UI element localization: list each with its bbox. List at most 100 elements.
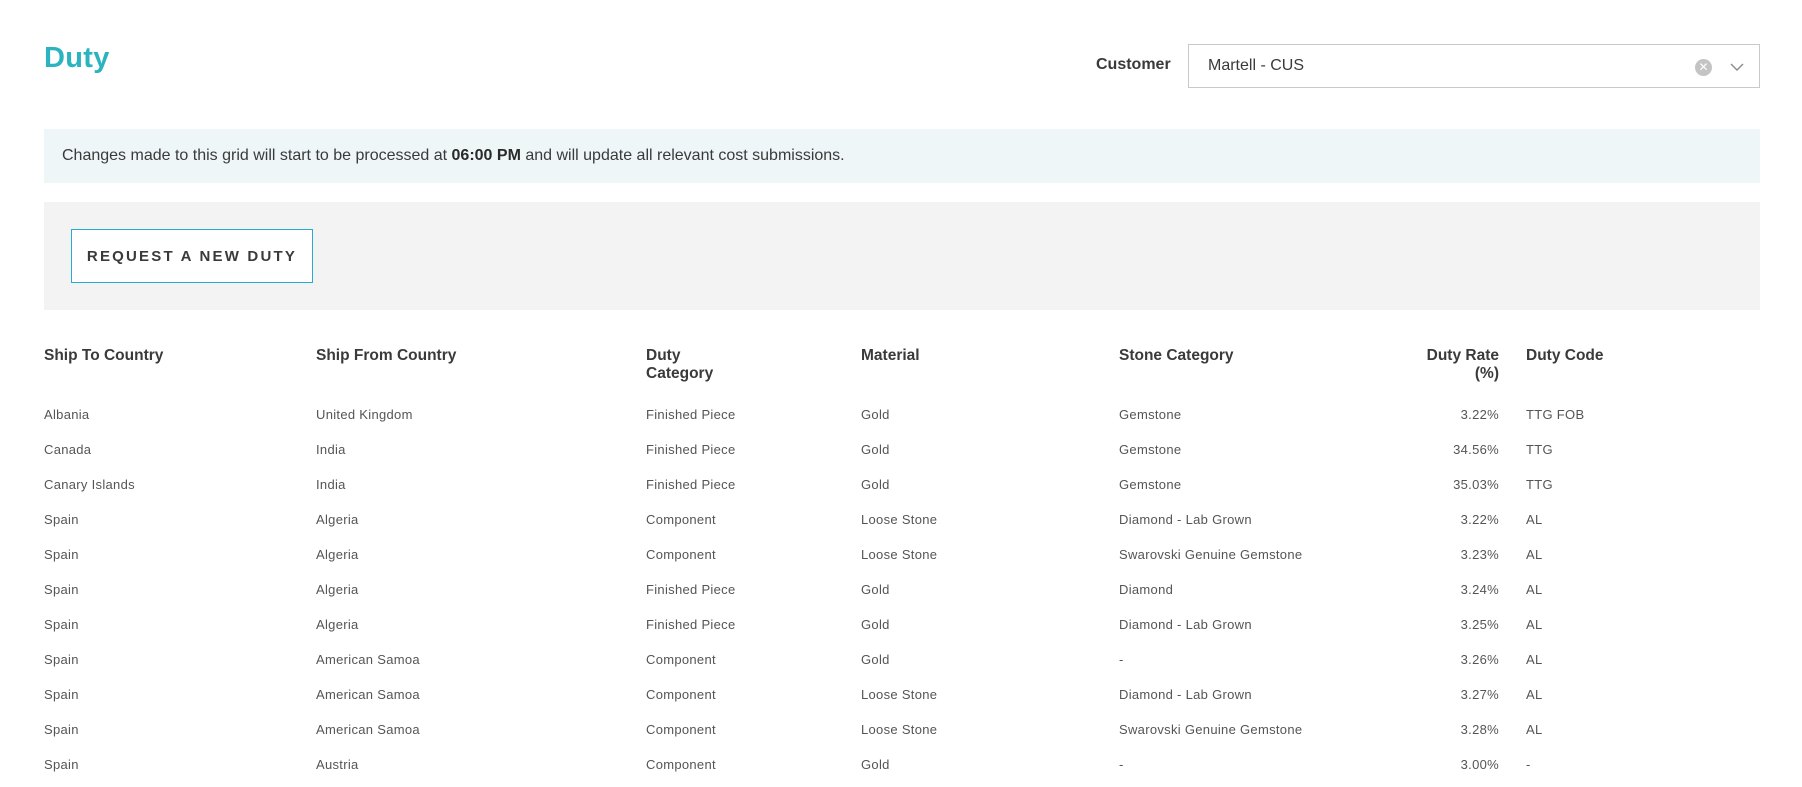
cell-duty-code: AL — [1526, 687, 1543, 702]
customer-label: Customer — [1096, 56, 1171, 73]
cell-material: Gold — [861, 617, 890, 632]
table-header-row: Ship To Country Ship From Country Duty Ca… — [44, 347, 1760, 397]
cell-duty-category: Finished Piece — [646, 582, 736, 597]
cell-duty-category: Component — [646, 757, 716, 772]
header-duty-rate-line2: (%) — [1474, 365, 1499, 382]
cell-duty-rate: 3.27% — [1460, 687, 1499, 702]
table-row[interactable]: Spain American Samoa Component Loose Sto… — [44, 712, 1760, 747]
header-ship-to-country[interactable]: Ship To Country — [44, 347, 316, 397]
cell-ship-from: American Samoa — [316, 652, 420, 667]
cell-stone-category: Swarovski Genuine Gemstone — [1119, 722, 1303, 737]
cell-stone-category: - — [1119, 652, 1124, 667]
cell-duty-category: Finished Piece — [646, 407, 736, 422]
cell-ship-to: Canary Islands — [44, 477, 135, 492]
notice-suffix: and will update all relevant cost submis… — [520, 147, 845, 164]
cell-duty-rate: 3.22% — [1460, 407, 1499, 422]
processing-notice: Changes made to this grid will start to … — [44, 129, 1760, 183]
table-row[interactable]: Spain Algeria Finished Piece Gold Diamon… — [44, 607, 1760, 642]
table-row[interactable]: Canary Islands India Finished Piece Gold… — [44, 467, 1760, 502]
cell-stone-category: Diamond - Lab Grown — [1119, 512, 1252, 527]
cell-duty-code: TTG FOB — [1526, 407, 1585, 422]
cell-duty-category: Component — [646, 512, 716, 527]
table-row[interactable]: Spain American Samoa Component Gold - 3.… — [44, 642, 1760, 677]
cell-material: Gold — [861, 582, 890, 597]
header-duty-category[interactable]: Duty Category — [646, 347, 861, 397]
cell-stone-category: Diamond - Lab Grown — [1119, 617, 1252, 632]
cell-duty-rate: 34.56% — [1453, 442, 1499, 457]
header-duty-code[interactable]: Duty Code — [1526, 347, 1760, 397]
customer-select[interactable]: Martell - CUS ✕ — [1188, 44, 1760, 88]
clear-circle-icon[interactable]: ✕ — [1695, 59, 1712, 76]
cell-stone-category: Gemstone — [1119, 407, 1182, 422]
header-duty-category-line1: Duty — [646, 347, 681, 364]
cell-ship-from: India — [316, 442, 346, 457]
cell-ship-to: Spain — [44, 582, 79, 597]
cell-ship-from: Algeria — [316, 617, 359, 632]
duty-table: Ship To Country Ship From Country Duty Ca… — [44, 347, 1760, 782]
cell-stone-category: - — [1119, 757, 1124, 772]
cell-ship-from: American Samoa — [316, 722, 420, 737]
cell-ship-from: American Samoa — [316, 687, 420, 702]
cell-ship-to: Spain — [44, 547, 79, 562]
cell-stone-category: Gemstone — [1119, 477, 1182, 492]
cell-stone-category: Gemstone — [1119, 442, 1182, 457]
cell-duty-category: Component — [646, 547, 716, 562]
cell-stone-category: Diamond - Lab Grown — [1119, 687, 1252, 702]
cell-duty-category: Finished Piece — [646, 617, 736, 632]
notice-time: 06:00 PM — [451, 147, 521, 164]
cell-ship-from: Algeria — [316, 547, 359, 562]
notice-prefix: Changes made to this grid will start to … — [62, 147, 452, 164]
cell-duty-rate: 35.03% — [1453, 477, 1499, 492]
cell-duty-rate: 3.26% — [1460, 652, 1499, 667]
cell-material: Gold — [861, 757, 890, 772]
cell-material: Gold — [861, 477, 890, 492]
header-material[interactable]: Material — [861, 347, 1119, 397]
table-row[interactable]: Spain American Samoa Component Loose Sto… — [44, 677, 1760, 712]
cell-duty-code: AL — [1526, 582, 1543, 597]
cell-duty-rate: 3.00% — [1460, 757, 1499, 772]
table-row[interactable]: Spain Austria Component Gold - 3.00% - — [44, 747, 1760, 782]
cell-ship-to: Spain — [44, 512, 79, 527]
header-duty-category-line2: Category — [646, 365, 714, 382]
cell-duty-code: AL — [1526, 652, 1543, 667]
cell-material: Loose Stone — [861, 512, 938, 527]
cell-ship-from: India — [316, 477, 346, 492]
cell-duty-category: Component — [646, 687, 716, 702]
table-row[interactable]: Canada India Finished Piece Gold Gemston… — [44, 432, 1760, 467]
header-duty-rate-line1: Duty Rate — [1426, 347, 1499, 364]
cell-duty-rate: 3.24% — [1460, 582, 1499, 597]
table-row[interactable]: Albania United Kingdom Finished Piece Go… — [44, 397, 1760, 432]
table-body: Albania United Kingdom Finished Piece Go… — [44, 397, 1760, 782]
cell-ship-to: Spain — [44, 722, 79, 737]
cell-duty-code: AL — [1526, 617, 1543, 632]
header-duty-rate[interactable]: Duty Rate (%) — [1384, 347, 1526, 397]
cell-duty-category: Finished Piece — [646, 442, 736, 457]
table-row[interactable]: Spain Algeria Finished Piece Gold Diamon… — [44, 572, 1760, 607]
cell-ship-to: Canada — [44, 442, 92, 457]
cell-material: Loose Stone — [861, 687, 938, 702]
cell-material: Gold — [861, 652, 890, 667]
header-ship-from-country[interactable]: Ship From Country — [316, 347, 646, 397]
cell-duty-code: AL — [1526, 512, 1543, 527]
cell-material: Loose Stone — [861, 547, 938, 562]
cell-ship-to: Albania — [44, 407, 90, 422]
cell-duty-rate: 3.22% — [1460, 512, 1499, 527]
table-row[interactable]: Spain Algeria Component Loose Stone Diam… — [44, 502, 1760, 537]
cell-material: Gold — [861, 407, 890, 422]
cell-material: Loose Stone — [861, 722, 938, 737]
cell-ship-to: Spain — [44, 652, 79, 667]
request-new-duty-button[interactable]: REQUEST A NEW DUTY — [71, 229, 313, 283]
cell-stone-category: Diamond — [1119, 582, 1174, 597]
header-stone-category[interactable]: Stone Category — [1119, 347, 1384, 397]
cell-duty-category: Component — [646, 652, 716, 667]
chevron-down-icon[interactable] — [1729, 59, 1745, 75]
cell-ship-to: Spain — [44, 757, 79, 772]
cell-duty-code: TTG — [1526, 442, 1553, 457]
cell-ship-to: Spain — [44, 687, 79, 702]
cell-ship-from: Austria — [316, 757, 359, 772]
cell-duty-code: AL — [1526, 722, 1543, 737]
page-title: Duty — [44, 42, 110, 74]
table-row[interactable]: Spain Algeria Component Loose Stone Swar… — [44, 537, 1760, 572]
cell-material: Gold — [861, 442, 890, 457]
cell-duty-category: Component — [646, 722, 716, 737]
